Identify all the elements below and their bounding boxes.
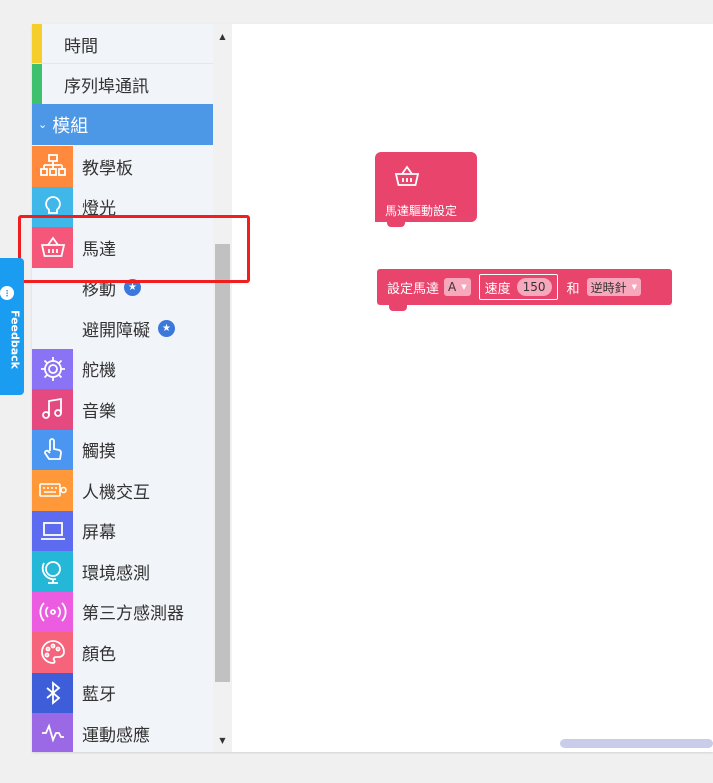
module-label: 音樂 <box>82 401 116 422</box>
block-notch <box>387 221 405 227</box>
music-icon <box>32 389 73 430</box>
speed-input[interactable]: 150 <box>516 278 552 296</box>
category-label: 時間 <box>64 36 98 57</box>
bluetooth-icon <box>32 672 73 713</box>
pulse-icon <box>32 713 73 752</box>
module-item-music[interactable]: 音樂 <box>32 389 213 430</box>
laptop-icon <box>32 510 73 551</box>
chevron-down-icon: ⌄ <box>38 118 48 131</box>
gear-icon <box>32 348 73 389</box>
module-label: 舵機 <box>82 361 116 382</box>
direction-dropdown[interactable]: 逆時針 ▼ <box>586 278 641 296</box>
module-label: 避開障礙 <box>82 320 150 341</box>
keyboard-icon <box>32 470 73 511</box>
app-frame: 時間 序列埠通訊 ⌄ 模組 教學板 燈光 馬達 移動 ★ 避開障礙 ★ 舵機 音… <box>0 0 713 783</box>
module-item-avoid[interactable]: 避開障礙 ★ <box>32 308 213 349</box>
star-icon: ★ <box>158 319 175 337</box>
module-item-screen[interactable]: 屏幕 <box>32 510 213 551</box>
network-icon <box>32 146 73 187</box>
module-item-motion[interactable]: 運動感應 <box>32 713 213 752</box>
motor-value: A <box>448 280 457 294</box>
module-item-bluetooth[interactable]: 藍牙 <box>32 672 213 713</box>
palette-icon <box>32 632 73 673</box>
workspace-horizontal-scrollbar[interactable] <box>560 739 713 748</box>
category-scrollbar[interactable]: ▲ ▼ <box>213 24 232 752</box>
module-item-third-party[interactable]: 第三方感測器 <box>32 591 213 632</box>
module-label: 觸摸 <box>82 442 116 463</box>
module-item-environment[interactable]: 環境感測 <box>32 551 213 592</box>
chat-icon: ⋮ <box>0 286 14 300</box>
finger-icon <box>32 429 73 470</box>
module-item-touch[interactable]: 觸摸 <box>32 429 213 470</box>
module-label: 顏色 <box>82 644 116 665</box>
signal-icon <box>32 591 73 632</box>
module-label: 第三方感測器 <box>82 604 184 625</box>
dropdown-arrow-icon: ▼ <box>461 283 467 291</box>
module-label: 運動感應 <box>82 725 150 746</box>
direction-value: 逆時針 <box>590 280 627 295</box>
scroll-down-arrow-icon[interactable]: ▼ <box>213 728 232 752</box>
category-label: 序列埠通訊 <box>64 76 149 97</box>
speed-label: 速度 <box>484 281 511 297</box>
basket-icon <box>394 165 420 186</box>
speed-input-group: 速度 150 <box>478 274 558 300</box>
category-time[interactable]: 時間 <box>32 24 213 65</box>
category-label: 模組 <box>52 115 89 137</box>
scroll-thumb[interactable] <box>215 244 230 682</box>
category-color-stripe <box>32 64 42 105</box>
and-label: 和 <box>566 281 580 297</box>
block-label: 設定馬達 <box>387 281 440 297</box>
module-label: 環境感測 <box>82 563 150 584</box>
globe-icon <box>32 551 73 592</box>
feedback-tab[interactable]: ⋮ Feedback <box>0 258 24 395</box>
feedback-label: Feedback <box>8 310 22 369</box>
module-label: 人機交互 <box>82 482 150 503</box>
module-label: 屏幕 <box>82 523 116 544</box>
set-motor-block[interactable]: 設定馬達 A ▼ 速度 150 和 逆時針 ▼ <box>377 269 672 311</box>
module-item-hci[interactable]: 人機交互 <box>32 470 213 511</box>
module-item-board[interactable]: 教學板 <box>32 146 213 187</box>
highlight-box <box>18 215 250 283</box>
module-label: 藍牙 <box>82 685 116 706</box>
scroll-up-arrow-icon[interactable]: ▲ <box>213 24 232 48</box>
category-color-stripe <box>32 24 42 65</box>
module-label: 教學板 <box>82 158 133 179</box>
blank-tile <box>32 308 73 349</box>
module-item-servo[interactable]: 舵機 <box>32 348 213 389</box>
block-notch <box>389 304 407 311</box>
module-item-color[interactable]: 顏色 <box>32 632 213 673</box>
category-panel: 時間 序列埠通訊 ⌄ 模組 教學板 燈光 馬達 移動 ★ 避開障礙 ★ 舵機 音… <box>32 24 232 752</box>
block-label: 馬達驅動設定 <box>385 204 458 218</box>
category-serial[interactable]: 序列埠通訊 <box>32 64 213 105</box>
motor-setup-block[interactable]: 馬達驅動設定 <box>375 152 477 227</box>
dropdown-arrow-icon: ▼ <box>631 283 637 291</box>
motor-dropdown[interactable]: A ▼ <box>444 278 471 296</box>
category-modules[interactable]: ⌄ 模組 <box>32 104 213 145</box>
